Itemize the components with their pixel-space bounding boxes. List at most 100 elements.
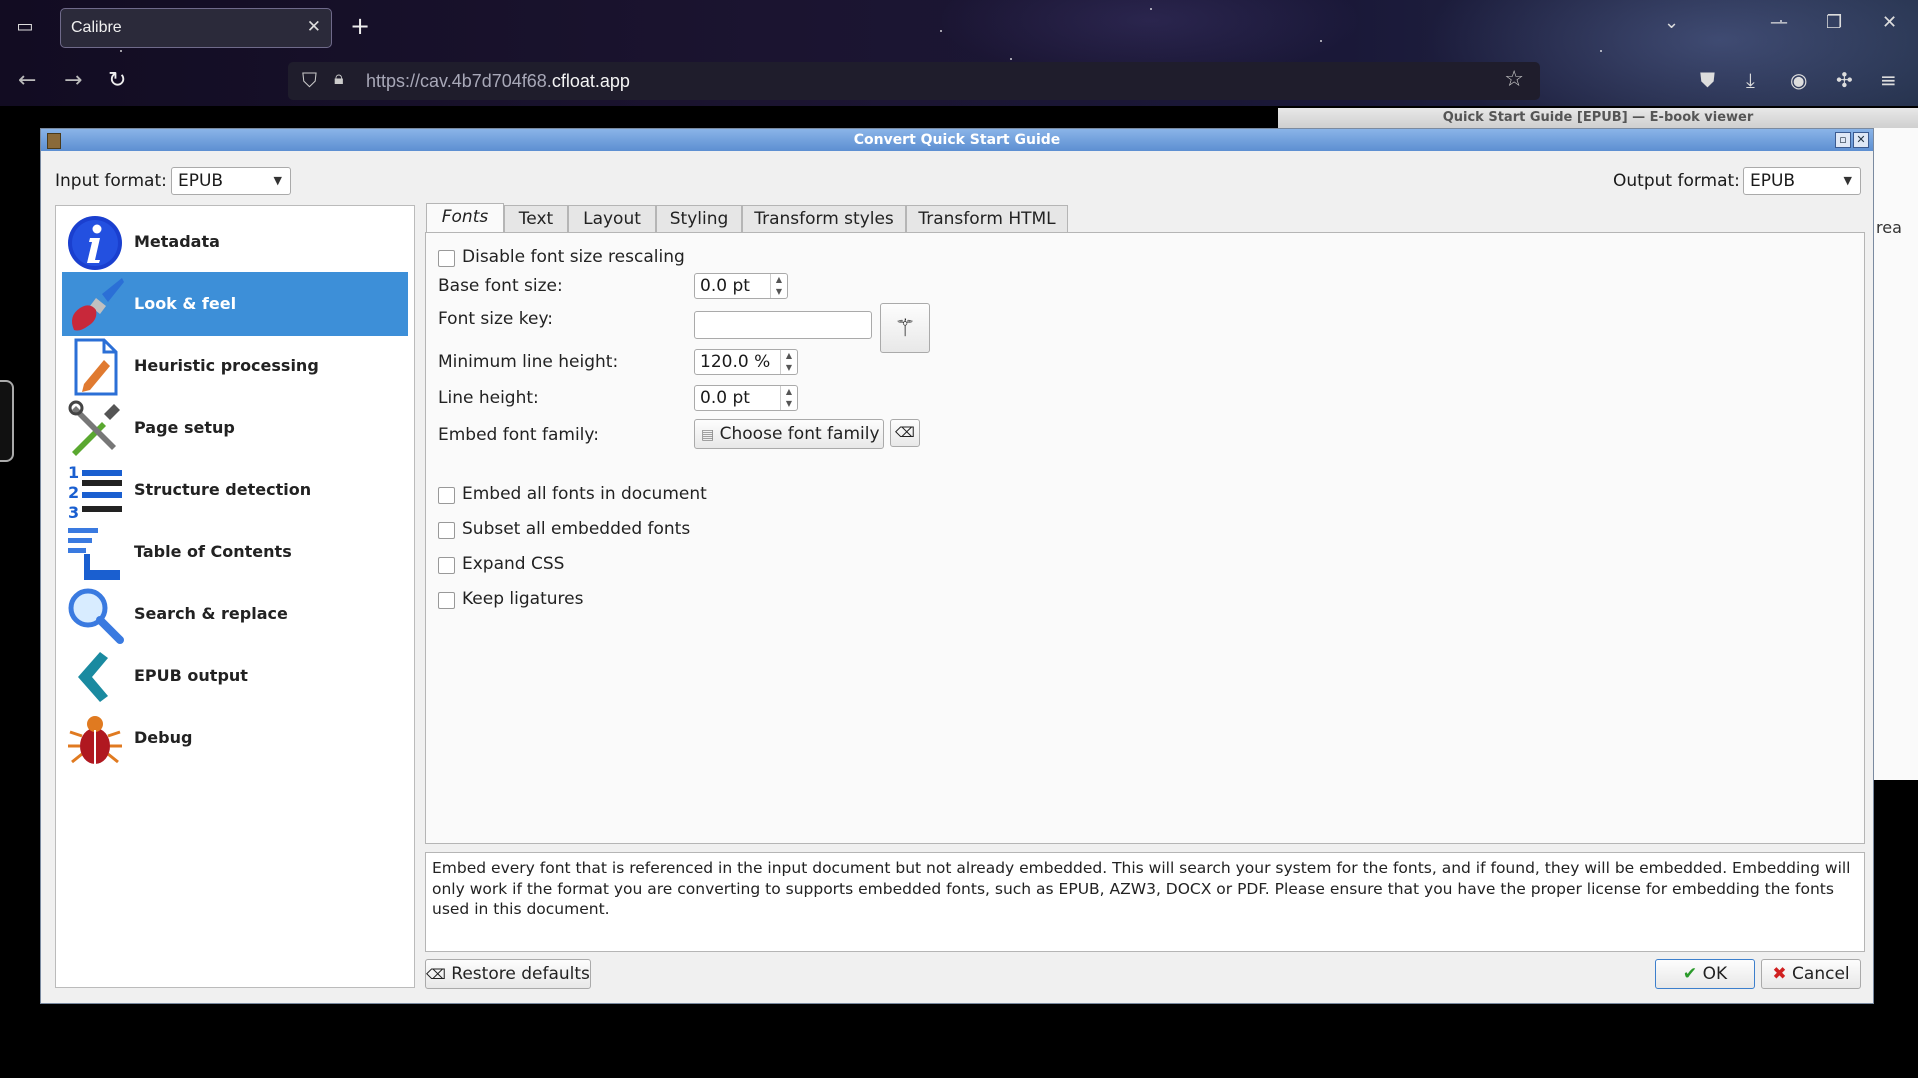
tab-layout[interactable]: Layout [568,205,656,233]
keep-ligatures-label[interactable]: Keep ligatures [462,589,583,609]
reload-icon[interactable]: ↻ [108,68,126,93]
dropdown-arrow-icon: ▼ [1843,174,1852,187]
font-size-key-input[interactable] [694,311,872,339]
nav-label-search-replace: Search & replace [134,604,288,623]
subset-fonts-label[interactable]: Subset all embedded fonts [462,519,690,539]
tab-fonts[interactable]: Fonts [426,203,504,233]
disable-rescaling-checkbox[interactable] [438,250,455,267]
choose-font-family-label: Choose font family [719,424,880,444]
maximize-icon[interactable]: ▫ [1835,132,1851,148]
help-text-box: Embed every font that is referenced in t… [425,852,1865,952]
bug-icon [68,716,122,764]
output-format-value: EPUB [1750,171,1796,191]
input-format-value: EPUB [178,171,224,191]
shield-icon[interactable]: ⛉ [302,68,317,92]
line-height-label: Line height: [438,388,539,408]
embed-all-fonts-label[interactable]: Embed all fonts in document [462,484,707,504]
viewer-title: Quick Start Guide [EPUB] — E-book viewer [1442,110,1754,125]
extensions-icon[interactable]: ✣ [1836,68,1853,92]
viewer-titlebar: Quick Start Guide [EPUB] — E-book viewer [1278,108,1918,129]
download-icon[interactable]: ⤓ [1746,68,1755,92]
expand-css-label[interactable]: Expand CSS [462,554,564,574]
document-edit-icon [74,338,118,396]
chevron-down-icon[interactable]: ⌄ [1664,12,1679,33]
nav-item-table-of-contents[interactable]: Table of Contents [62,520,408,584]
side-panel-handle[interactable] [0,380,14,462]
disable-rescaling-label[interactable]: Disable font size rescaling [462,247,685,267]
restore-icon: ⌫ [426,967,446,983]
output-format-select[interactable]: EPUB ▼ [1743,167,1861,195]
spin-arrows-icon[interactable]: ▲ ▼ [780,386,797,410]
font-size-wizard-button[interactable]: ⚚ [880,303,930,353]
cancel-button[interactable]: ✖ Cancel [1761,959,1861,989]
star-decoration [120,50,122,52]
magic-wand-icon: ⚚ [894,314,916,342]
nav-item-structure-detection[interactable]: 1 2 3 Structure detection [62,458,408,522]
nav-label-page-setup: Page setup [134,418,235,437]
spin-arrows-icon[interactable]: ▲ ▼ [770,274,787,298]
url-text[interactable]: https://cav.4b7d704f68.cfloat.app [366,71,630,92]
star-decoration [1010,58,1012,60]
nav-item-debug[interactable]: Debug [62,706,408,770]
tab-list-icon[interactable]: ▭ [12,14,38,40]
input-format-label: Input format: [55,171,167,191]
ok-label: OK [1702,964,1728,984]
star-decoration [940,30,942,32]
dialog-close-icon[interactable]: ✕ [1853,132,1869,148]
info-icon [68,216,122,270]
nav-item-metadata[interactable]: Metadata [62,210,408,274]
spin-arrows-icon[interactable]: ▲ ▼ [780,350,797,374]
base-font-size-spinbox[interactable]: 0.0 pt ▲ ▼ [694,273,788,299]
clear-font-family-button[interactable]: ⌫ [890,419,920,447]
nav-label-epub-output: EPUB output [134,666,248,685]
tab-transform-styles[interactable]: Transform styles [742,205,906,233]
bookmark-star-icon[interactable]: ☆ [1504,67,1524,92]
minimize-icon[interactable]: — [1770,12,1788,33]
lock-icon[interactable]: 🔒︎ [334,68,344,89]
subset-fonts-checkbox[interactable] [438,522,455,539]
forward-icon[interactable]: → [64,68,82,93]
input-format-select[interactable]: EPUB ▼ [171,167,291,195]
desktop-background [0,1004,1918,1078]
line-height-spinbox[interactable]: 0.0 pt ▲ ▼ [694,385,798,411]
new-tab-icon[interactable]: + [350,12,370,40]
dropdown-arrow-icon: ▼ [273,174,282,187]
browser-tab[interactable]: Calibre ✕ [60,8,332,48]
magnifier-icon [68,588,124,644]
nav-item-search-replace[interactable]: Search & replace [62,582,408,646]
back-icon[interactable]: ← [18,68,36,93]
account-icon[interactable]: ◉ [1790,68,1807,92]
numbered-list-icon: 1 2 3 [68,463,122,520]
restore-icon[interactable]: ❐ [1826,12,1842,33]
tab-styling[interactable]: Styling [656,205,742,233]
tab-text[interactable]: Text [504,205,568,233]
restore-defaults-label: Restore defaults [451,964,590,984]
font-file-icon: ▤ [701,427,715,443]
font-size-key-label: Font size key: [438,309,554,329]
ok-button[interactable]: ✔ OK [1655,959,1755,989]
tab-transform-html[interactable]: Transform HTML [906,205,1068,233]
clear-icon: ⌫ [895,425,915,441]
choose-font-family-button[interactable]: ▤ Choose font family [694,419,884,449]
nav-item-page-setup[interactable]: Page setup [62,396,408,460]
min-line-height-spinbox[interactable]: 120.0 % ▲ ▼ [694,349,798,375]
window-close-icon[interactable]: ✕ [1882,12,1897,33]
pocket-icon[interactable]: ⛊ [1700,68,1715,92]
close-icon[interactable]: ✕ [307,17,321,37]
nav-label-metadata: Metadata [134,232,220,251]
expand-css-checkbox[interactable] [438,557,455,574]
tools-icon [68,400,120,456]
nav-item-heuristic-processing[interactable]: Heuristic processing [62,334,408,398]
embed-all-fonts-checkbox[interactable] [438,487,455,504]
embed-font-family-label: Embed font family: [438,425,599,445]
nav-label-table-of-contents: Table of Contents [134,542,292,561]
nav-item-epub-output[interactable]: EPUB output [62,644,408,708]
url-prefix: https://cav.4b7d704f68. [366,71,552,91]
keep-ligatures-checkbox[interactable] [438,592,455,609]
nav-label-look-and-feel: Look & feel [134,294,237,313]
menu-icon[interactable]: ≡ [1880,68,1897,92]
url-bar[interactable]: ⛉ 🔒︎ https://cav.4b7d704f68.cfloat.app ☆ [288,62,1540,100]
nav-item-look-and-feel[interactable]: Look & feel [62,272,408,336]
restore-defaults-button[interactable]: ⌫ Restore defaults [425,959,591,989]
dialog-title: Convert Quick Start Guide [853,132,1061,148]
